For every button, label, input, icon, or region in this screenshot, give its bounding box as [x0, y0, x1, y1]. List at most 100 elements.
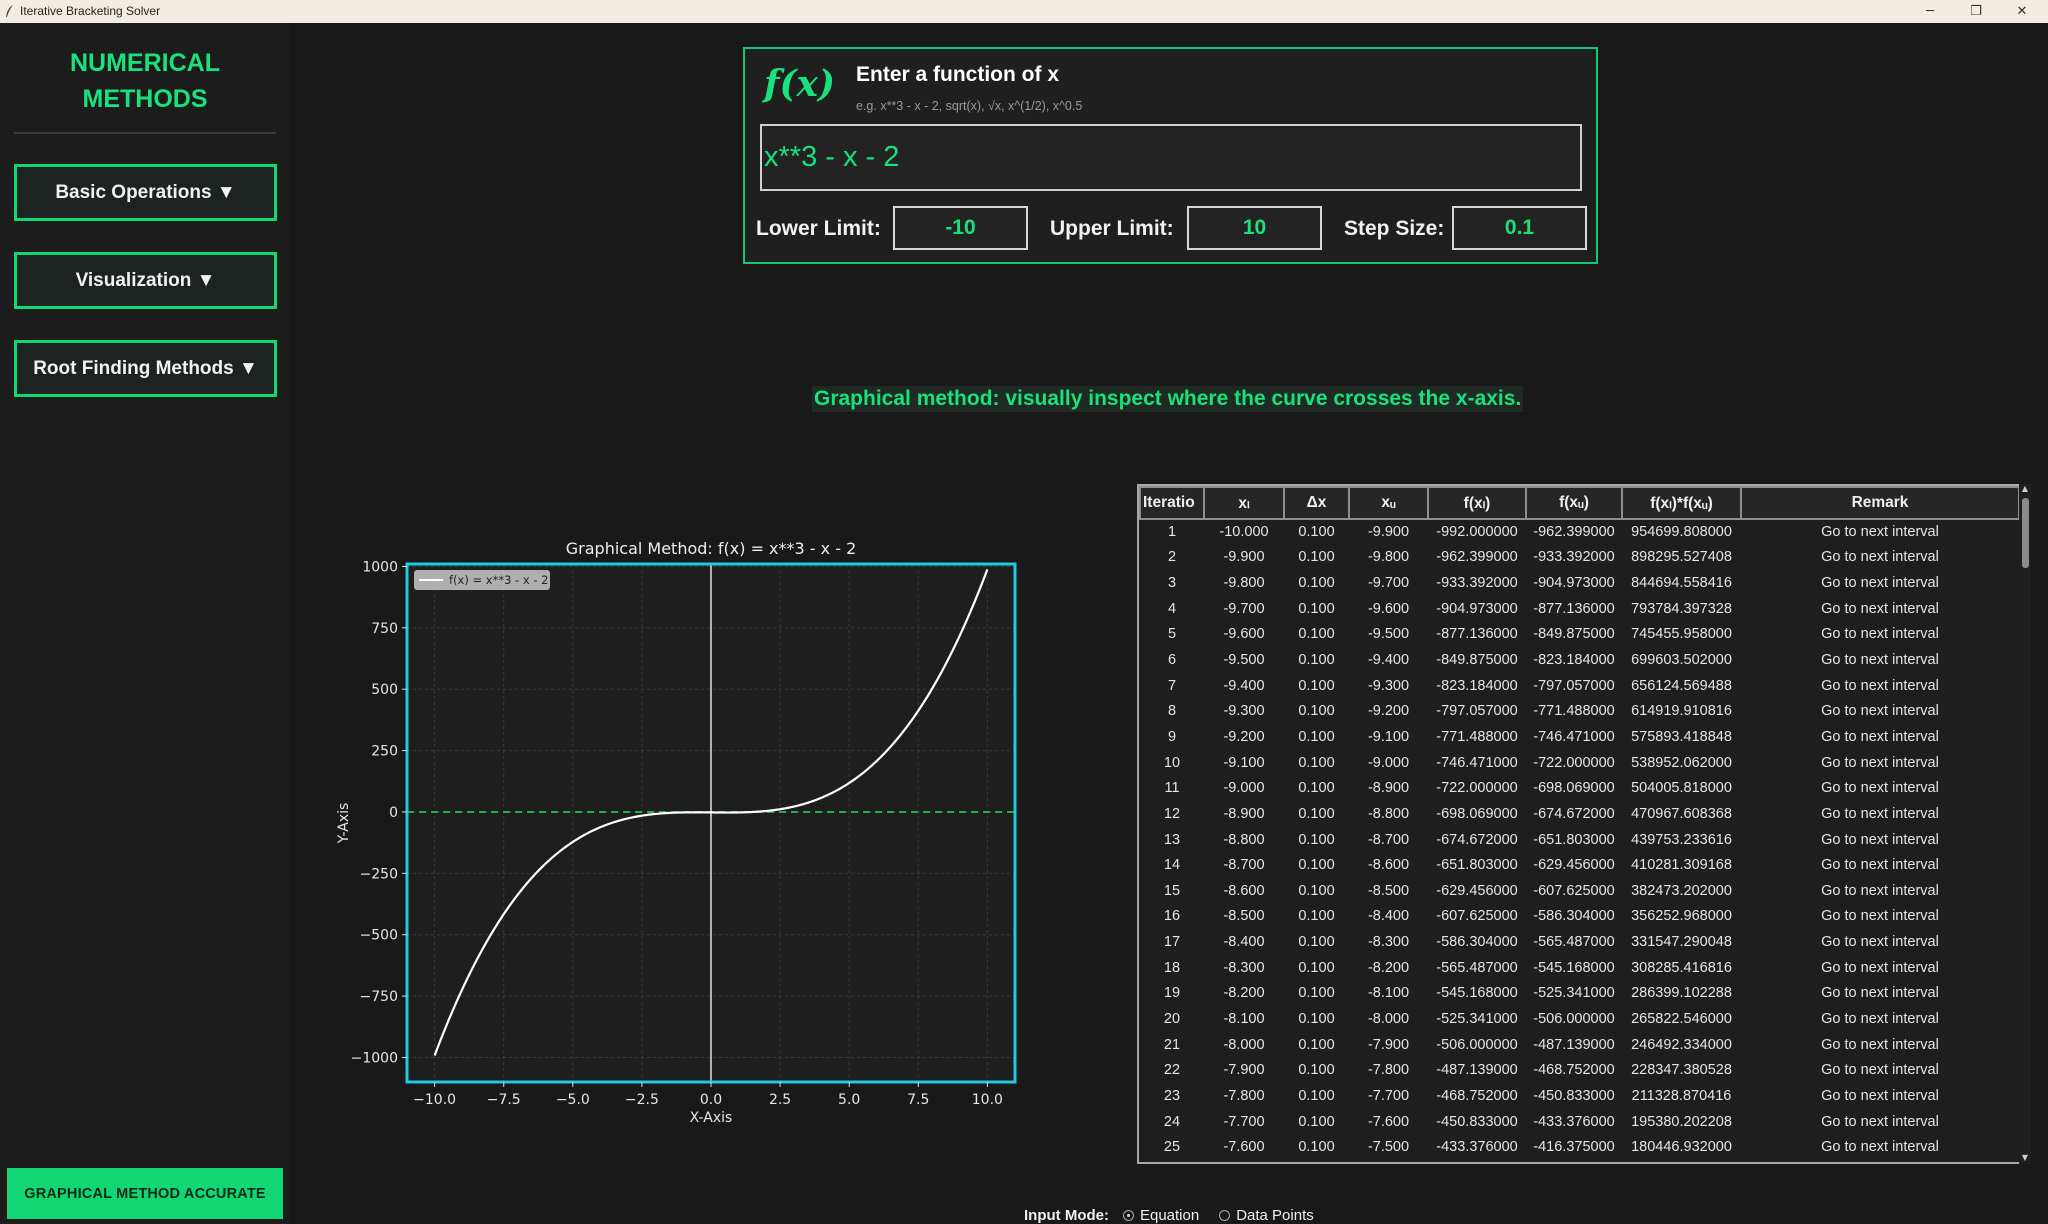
table-cell: -586.304000	[1533, 908, 1615, 925]
table-cell: -9.200	[1367, 703, 1410, 720]
visualization-button[interactable]: Visualization ▼	[14, 252, 277, 309]
table-row[interactable]: 13 -8.800 0.100 -8.700 -674.672000 -651.80300…	[1140, 827, 2019, 853]
table-row[interactable]: 24 -7.700 0.100 -7.600 -450.833000 -433.37600…	[1140, 1109, 2019, 1135]
lower-limit-input[interactable]	[893, 206, 1028, 250]
table-cell: -7.600	[1223, 1139, 1265, 1156]
table-row[interactable]: 7 -9.400 0.100 -9.300 -823.184000 -797.057000…	[1140, 673, 2019, 699]
table-cell: 25	[1163, 1139, 1181, 1156]
upper-limit-input[interactable]	[1187, 206, 1322, 250]
minimize-icon[interactable]: ─	[1907, 0, 1953, 23]
table-cell: 246492.334000	[1631, 1036, 1732, 1053]
table-row[interactable]: 14 -8.700 0.100 -8.600 -651.803000 -629.45600…	[1140, 852, 2019, 878]
table-cell: -506.000000	[1533, 1010, 1615, 1027]
table-row[interactable]: 9 -9.200 0.100 -9.100 -771.488000 -746.471000…	[1140, 724, 2019, 750]
step-size-input[interactable]	[1452, 206, 1587, 250]
table-cell: -487.139000	[1533, 1036, 1615, 1053]
scroll-thumb[interactable]	[2022, 498, 2029, 568]
x-tick-label: 2.5	[769, 1092, 791, 1108]
table-cell: Go to next interval	[1821, 831, 1939, 848]
table-cell: -651.803000	[1436, 857, 1518, 874]
table-cell: -8.400	[1367, 908, 1410, 925]
table-cell: Go to next interval	[1821, 934, 1939, 951]
column-header[interactable]: f(xₗ)	[1427, 486, 1527, 520]
table-row[interactable]: 5 -9.600 0.100 -9.500 -877.136000 -849.875000…	[1140, 622, 2019, 648]
restore-icon[interactable]: ❐	[1953, 0, 1999, 23]
column-header[interactable]: Δx	[1283, 486, 1350, 520]
table-cell: 0.100	[1298, 1087, 1335, 1104]
table-row[interactable]: 15 -8.600 0.100 -8.500 -629.456000 -607.62500…	[1140, 878, 2019, 904]
table-cell: 0.100	[1298, 677, 1335, 694]
table-row[interactable]: 22 -7.900 0.100 -7.800 -487.139000 -468.75200…	[1140, 1057, 2019, 1083]
table-cell: 5	[1167, 626, 1177, 643]
table-cell: 0.100	[1298, 1113, 1335, 1130]
table-cell: -8.700	[1223, 857, 1265, 874]
root-finding-methods-button[interactable]: Root Finding Methods ▼	[14, 340, 277, 397]
table-cell: -8.800	[1367, 805, 1410, 822]
equation-radio-label[interactable]: Equation	[1140, 1207, 1199, 1224]
upper-limit-label: Upper Limit:	[1050, 217, 1174, 240]
table-row[interactable]: 1 -10.000 0.100 -9.900 -992.000000 -962.39900…	[1140, 519, 2019, 545]
table-cell: -7.900	[1367, 1036, 1410, 1053]
column-header[interactable]: xᵤ	[1348, 486, 1429, 520]
column-header[interactable]: f(xᵤ)	[1525, 486, 1623, 520]
table-row[interactable]: 17 -8.400 0.100 -8.300 -586.304000 -565.48700…	[1140, 929, 2019, 955]
step-size-label: Step Size:	[1344, 217, 1445, 240]
table-cell: Go to next interval	[1821, 780, 1939, 797]
column-header[interactable]: Remark	[1740, 486, 2020, 520]
x-tick-label: −2.5	[625, 1092, 659, 1108]
y-tick-label: −500	[360, 928, 398, 944]
table-row[interactable]: 2 -9.900 0.100 -9.800 -962.399000 -933.392000…	[1140, 545, 2019, 571]
table-cell: -651.803000	[1533, 831, 1615, 848]
function-input[interactable]	[760, 124, 1582, 191]
column-header[interactable]: Iteratio	[1139, 486, 1205, 520]
data-points-radio[interactable]	[1219, 1209, 1231, 1221]
table-row[interactable]: 3 -9.800 0.100 -9.700 -933.392000 -904.973000…	[1140, 570, 2019, 596]
table-cell: 470967.608368	[1631, 805, 1732, 822]
table-cell: 286399.102288	[1631, 985, 1732, 1002]
table-row[interactable]: 23 -7.800 0.100 -7.700 -468.752000 -450.83300…	[1140, 1083, 2019, 1109]
table-row[interactable]: 25 -7.600 0.100 -7.500 -433.376000 -416.37500…	[1140, 1134, 2019, 1160]
table-row[interactable]: 21 -8.000 0.100 -7.900 -506.000000 -487.13900…	[1140, 1032, 2019, 1058]
table-cell: -722.000000	[1436, 780, 1518, 797]
table-cell: -7.600	[1367, 1113, 1410, 1130]
table-cell: 6	[1167, 652, 1177, 669]
table-cell: -771.488000	[1533, 703, 1615, 720]
table-row[interactable]: 4 -9.700 0.100 -9.600 -904.973000 -877.136000…	[1140, 596, 2019, 622]
table-row[interactable]: 16 -8.500 0.100 -8.400 -607.625000 -586.30400…	[1140, 904, 2019, 930]
table-cell: 575893.418848	[1631, 728, 1732, 745]
table-cell: 356252.968000	[1631, 908, 1732, 925]
table-row[interactable]: 20 -8.100 0.100 -8.000 -525.341000 -506.00000…	[1140, 1006, 2019, 1032]
table-cell: 18	[1163, 959, 1181, 976]
close-icon[interactable]: ✕	[1999, 0, 2045, 23]
table-cell: -746.471000	[1533, 728, 1615, 745]
graphical-method-accurate-button[interactable]: GRAPHICAL METHOD ACCURATE	[7, 1168, 283, 1219]
table-row[interactable]: 6 -9.500 0.100 -9.400 -849.875000 -823.184000…	[1140, 647, 2019, 673]
scroll-up-icon[interactable]: ▲	[2020, 484, 2030, 494]
equation-radio[interactable]	[1122, 1209, 1134, 1221]
table-cell: 0.100	[1298, 728, 1335, 745]
window-title: Iterative Bracketing Solver	[20, 4, 161, 18]
table-row[interactable]: 11 -9.000 0.100 -8.900 -722.000000 -698.06900…	[1140, 775, 2019, 801]
table-cell: -933.392000	[1533, 549, 1615, 566]
table-cell: 0.100	[1298, 703, 1335, 720]
table-row[interactable]: 19 -8.200 0.100 -8.100 -545.168000 -525.34100…	[1140, 981, 2019, 1007]
basic-operations-button[interactable]: Basic Operations ▼	[14, 164, 277, 221]
table-cell: -771.488000	[1436, 728, 1518, 745]
column-header[interactable]: f(xₗ)*f(xᵤ)	[1621, 486, 1742, 520]
data-points-radio-label[interactable]: Data Points	[1236, 1207, 1314, 1224]
table-cell: 0.100	[1298, 1139, 1335, 1156]
function-chart: −10.0 −7.5 −5.0 −2.5 0.0 2.5 5.0 7.5 10.0 −1000 −7…	[320, 530, 1050, 1140]
table-row[interactable]: 10 -9.100 0.100 -9.000 -746.471000 -722.00000…	[1140, 750, 2019, 776]
table-row[interactable]: 8 -9.300 0.100 -9.200 -797.057000 -771.488000…	[1140, 698, 2019, 724]
scroll-down-icon[interactable]: ▼	[2020, 1153, 2030, 1163]
table-scrollbar[interactable]: ▲ ▼	[2019, 484, 2031, 1164]
table-cell: 656124.569488	[1631, 677, 1732, 694]
table-row[interactable]: 18 -8.300 0.100 -8.200 -565.487000 -545.16800…	[1140, 955, 2019, 981]
table-row[interactable]: 12 -8.900 0.100 -8.800 -698.069000 -674.67200…	[1140, 801, 2019, 827]
table-cell: Go to next interval	[1821, 652, 1939, 669]
iteration-table[interactable]: Iteratio xₗ Δx xᵤ f(xₗ) f(xᵤ) f(xₗ)*f(xᵤ) Remar…	[1137, 484, 2028, 1164]
table-cell: -9.600	[1367, 600, 1410, 617]
column-header[interactable]: xₗ	[1203, 486, 1285, 520]
table-cell: -8.800	[1223, 831, 1265, 848]
table-cell: 0.100	[1298, 600, 1335, 617]
